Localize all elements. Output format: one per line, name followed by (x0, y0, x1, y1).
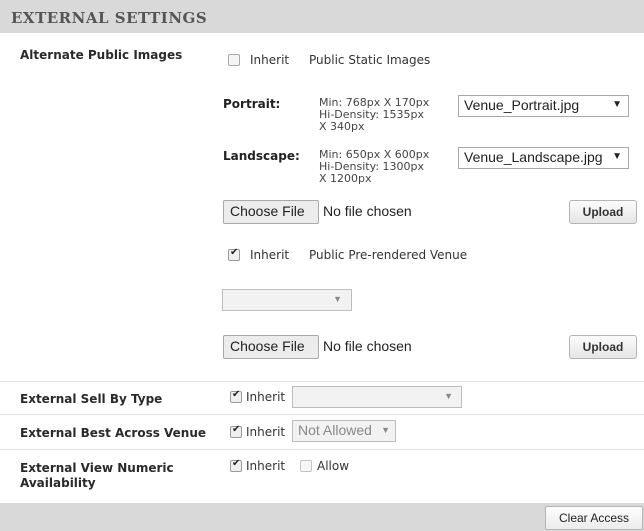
chevron-down-icon: ▼ (612, 99, 622, 110)
clear-access-button[interactable]: Clear Access (545, 506, 643, 530)
choose-file-button[interactable]: Choose File (223, 200, 319, 224)
view-numeric-label-line: Availability (20, 476, 96, 490)
chevron-down-icon: ▼ (381, 425, 390, 435)
best-across-select[interactable]: Not Allowed ▼ (292, 420, 396, 442)
row-divider (0, 381, 644, 382)
alternate-public-images-label: Alternate Public Images (20, 48, 183, 62)
static-images-caption: Public Static Images (309, 53, 431, 67)
static-images-inherit-checkbox[interactable] (228, 54, 240, 66)
file-status-text: No file chosen (323, 338, 412, 354)
row-divider (0, 414, 644, 415)
landscape-spec: Min: 650px X 600px Hi-Density: 1300px X … (319, 149, 429, 185)
view-numeric-allow-label: Allow (317, 459, 350, 473)
landscape-select-value: Venue_Landscape.jpg (464, 149, 603, 165)
upload-button[interactable]: Upload (569, 335, 637, 359)
portrait-spec: Min: 768px X 170px Hi-Density: 1535px X … (319, 97, 429, 133)
portrait-select-value: Venue_Portrait.jpg (464, 97, 580, 113)
portrait-label: Portrait: (223, 97, 281, 111)
sell-by-type-label: External Sell By Type (20, 392, 163, 406)
prerendered-inherit-checkbox[interactable] (228, 247, 240, 261)
sell-by-type-inherit-label: Inherit (246, 390, 286, 404)
prerendered-caption: Public Pre-rendered Venue (309, 248, 468, 262)
view-numeric-label-line: External View Numeric (20, 461, 174, 475)
chevron-down-icon: ▼ (610, 151, 622, 162)
prerendered-venue-select[interactable]: ▼ (222, 289, 352, 311)
best-across-select-value: Not Allowed (298, 422, 372, 438)
static-images-inherit-label: Inherit (250, 53, 290, 67)
landscape-spec-line: X 1200px (319, 172, 372, 185)
chevron-down-icon: ▼ (444, 391, 453, 401)
view-numeric-inherit-label: Inherit (246, 459, 286, 473)
choose-file-button[interactable]: Choose File (223, 335, 319, 359)
view-numeric-inherit-checkbox[interactable] (230, 458, 242, 472)
sell-by-type-inherit-checkbox[interactable] (230, 389, 242, 403)
portrait-spec-line: X 340px (319, 120, 365, 133)
sell-by-type-select[interactable]: ▼ (292, 386, 462, 408)
portrait-image-select[interactable]: Venue_Portrait.jpg ▼ (458, 95, 629, 117)
section-title: EXTERNAL SETTINGS (11, 9, 208, 27)
landscape-label: Landscape: (223, 149, 300, 163)
view-numeric-availability-label: External View Numeric Availability (20, 461, 174, 491)
upload-button[interactable]: Upload (569, 200, 637, 224)
prerendered-inherit-label: Inherit (250, 248, 290, 262)
row-divider (0, 449, 644, 450)
chevron-down-icon: ▼ (333, 294, 342, 304)
best-across-venue-label: External Best Across Venue (20, 426, 207, 440)
best-across-inherit-checkbox[interactable] (230, 424, 242, 438)
file-status-text: No file chosen (323, 203, 412, 219)
landscape-image-select[interactable]: Venue_Landscape.jpg ▼ (458, 147, 629, 169)
best-across-inherit-label: Inherit (246, 425, 286, 439)
view-numeric-allow-checkbox[interactable] (300, 460, 312, 472)
